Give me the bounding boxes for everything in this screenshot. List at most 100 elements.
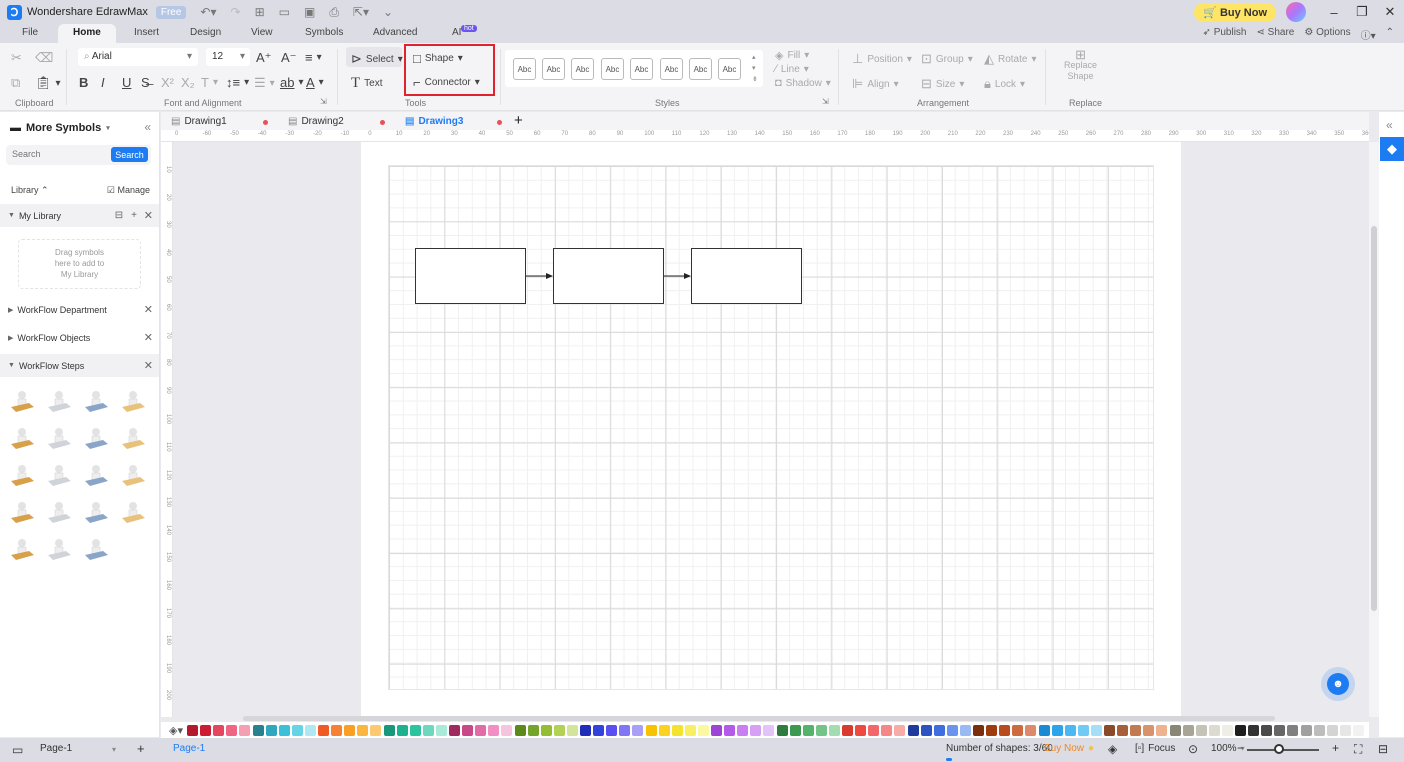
close-section-icon[interactable]: ✕: [144, 209, 153, 222]
color-swatch[interactable]: [239, 725, 251, 736]
symbol-worker-desk-writing-icon[interactable]: [82, 462, 110, 490]
gallery-scroll-up-icon[interactable]: ▴: [752, 53, 756, 61]
color-swatch[interactable]: [527, 725, 539, 736]
cut-icon[interactable]: ✂: [11, 50, 22, 66]
user-avatar[interactable]: [1286, 2, 1306, 22]
color-swatch[interactable]: [514, 725, 526, 736]
font-size-select[interactable]: 12 ▾: [206, 48, 250, 66]
connector-1[interactable]: [526, 273, 553, 279]
customize-icon[interactable]: ⌄: [383, 5, 393, 19]
line-button[interactable]: ∕ Line ▾: [775, 63, 809, 75]
symbol-worker-desk-laptop-icon[interactable]: [119, 388, 147, 416]
color-swatch[interactable]: [737, 725, 749, 736]
color-swatch[interactable]: [475, 725, 487, 736]
tab-file[interactable]: File: [22, 27, 38, 38]
vertical-scrollbar[interactable]: [1369, 142, 1379, 717]
color-swatch[interactable]: [357, 725, 369, 736]
color-swatch[interactable]: [697, 725, 709, 736]
color-swatch[interactable]: [1077, 725, 1089, 736]
gallery-expand-icon[interactable]: ⇟: [752, 75, 758, 83]
doc-tab-drawing1[interactable]: ▤ Drawing1: [171, 116, 268, 127]
symbol-documents-stack-icon[interactable]: [82, 388, 110, 416]
color-swatch[interactable]: [1169, 725, 1181, 736]
size-button[interactable]: ⊟ Size ▾: [921, 76, 964, 92]
page-panel-toggle-icon[interactable]: ▭: [12, 743, 23, 757]
play-icon[interactable]: ⊙: [1188, 742, 1198, 756]
font-dialog-launcher-icon[interactable]: ⇲: [320, 97, 327, 106]
vertical-scroll-thumb[interactable]: [1371, 226, 1377, 611]
strikethrough-icon[interactable]: S̶: [141, 75, 150, 90]
share-button[interactable]: ⋖ Share: [1257, 27, 1295, 42]
color-swatch[interactable]: [1104, 725, 1115, 736]
highlight-color-icon[interactable]: ab ▾: [280, 75, 304, 90]
layers-icon[interactable]: ◈: [1108, 742, 1117, 756]
color-swatch[interactable]: [291, 725, 303, 736]
close-icon[interactable]: ✕: [1376, 4, 1404, 20]
color-swatch[interactable]: [1287, 725, 1299, 736]
group-button[interactable]: ⊡ Group ▾: [921, 51, 973, 67]
format-painter-icon[interactable]: ⌫: [35, 50, 53, 66]
symbol-worker-desk-dark-icon[interactable]: [8, 425, 36, 453]
style-swatch[interactable]: Abc: [630, 58, 653, 80]
increase-font-icon[interactable]: A⁺: [256, 50, 272, 66]
color-swatch[interactable]: [986, 725, 998, 736]
color-swatch[interactable]: [1274, 725, 1286, 736]
color-swatch[interactable]: [540, 725, 552, 736]
tab-advanced[interactable]: Advanced: [373, 27, 417, 38]
color-swatch[interactable]: [959, 725, 971, 736]
color-swatch[interactable]: [632, 725, 644, 736]
publish-button[interactable]: ➶ Publish: [1203, 27, 1247, 42]
print-icon[interactable]: ⎙: [329, 5, 339, 20]
symbol-search-input[interactable]: [12, 149, 102, 159]
style-swatch[interactable]: Abc: [718, 58, 741, 80]
color-swatch[interactable]: [409, 725, 421, 736]
fill-color-picker-icon[interactable]: ◈▾: [169, 724, 183, 737]
select-tool-button[interactable]: ⊳ Select ▾: [351, 51, 403, 67]
section-workflow-steps[interactable]: ▼ WorkFlow Steps ✕: [0, 354, 159, 377]
style-swatch[interactable]: Abc: [689, 58, 712, 80]
doc-tab-drawing2[interactable]: ▤ Drawing2: [288, 116, 385, 127]
color-swatch[interactable]: [920, 725, 932, 736]
color-swatch[interactable]: [1025, 725, 1037, 736]
color-swatch[interactable]: [462, 725, 474, 736]
tab-symbols[interactable]: Symbols: [305, 27, 343, 38]
color-swatch[interactable]: [1012, 725, 1024, 736]
color-swatch[interactable]: [1326, 725, 1338, 736]
color-swatch[interactable]: [370, 725, 382, 736]
color-swatch[interactable]: [1130, 725, 1142, 736]
manage-button[interactable]: ☑ Manage: [107, 185, 150, 196]
drawing-page[interactable]: [361, 142, 1181, 716]
color-swatch[interactable]: [200, 725, 212, 736]
ai-assistant-button[interactable]: ☻: [1321, 667, 1355, 701]
zoom-out-button[interactable]: −: [1237, 741, 1244, 755]
paste-icon[interactable]: 📋︎ ▾: [35, 75, 61, 91]
style-swatch[interactable]: Abc: [542, 58, 565, 80]
color-swatch[interactable]: [711, 725, 722, 736]
section-workflow-objects[interactable]: ▶ WorkFlow Objects ✕: [0, 326, 159, 349]
color-swatch[interactable]: [422, 725, 434, 736]
my-library-drop-zone[interactable]: Drag symbols here to add to My Library: [18, 239, 141, 289]
position-button[interactable]: ⊥ Position ▾: [852, 51, 912, 67]
zoom-slider-handle[interactable]: [1274, 744, 1284, 754]
color-swatch[interactable]: [265, 725, 277, 736]
color-swatch[interactable]: [1038, 725, 1050, 736]
symbol-search-report-icon[interactable]: [8, 462, 36, 490]
add-icon[interactable]: +: [131, 210, 137, 221]
color-swatch[interactable]: [999, 725, 1011, 736]
color-swatch[interactable]: [658, 725, 670, 736]
underline-icon[interactable]: U: [122, 75, 131, 90]
symbol-worker-desk-chair-icon[interactable]: [119, 499, 147, 527]
color-swatch[interactable]: [1313, 725, 1325, 736]
page-selector[interactable]: Page-1 ▾: [36, 741, 120, 758]
color-swatch[interactable]: [789, 725, 801, 736]
expand-right-panel-icon[interactable]: «: [1386, 118, 1393, 132]
color-swatch[interactable]: [1143, 725, 1155, 736]
save-icon[interactable]: ▣: [304, 5, 315, 19]
color-swatch[interactable]: [776, 725, 788, 736]
color-swatch[interactable]: [1235, 725, 1246, 736]
color-swatch[interactable]: [671, 725, 683, 736]
color-swatch[interactable]: [1261, 725, 1273, 736]
style-swatch[interactable]: Abc: [660, 58, 683, 80]
color-swatch[interactable]: [828, 725, 840, 736]
color-swatch[interactable]: [187, 725, 198, 736]
